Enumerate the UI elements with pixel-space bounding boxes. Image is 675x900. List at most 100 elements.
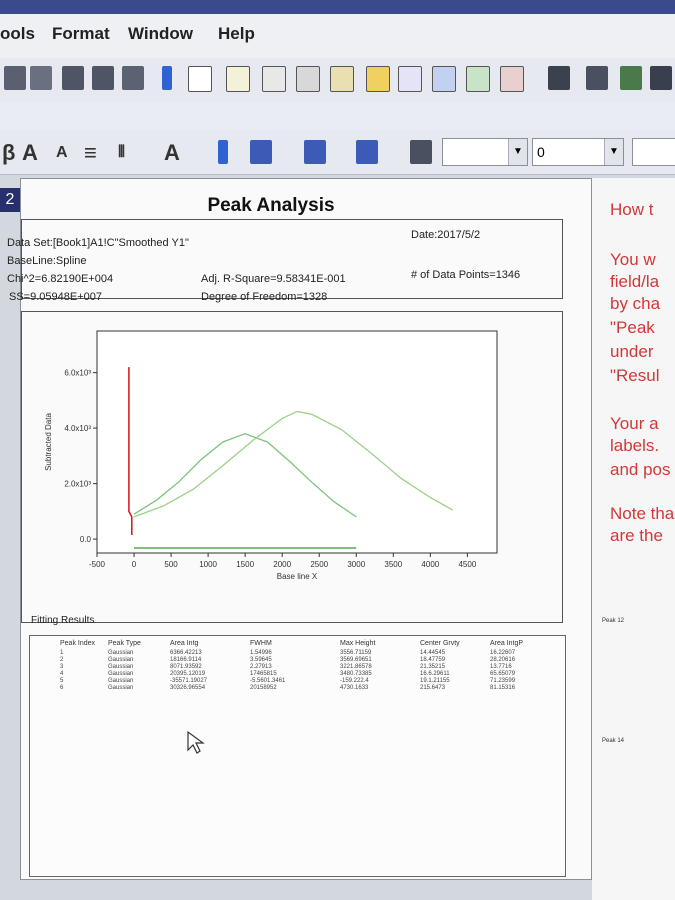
symbol-icon[interactable] [410,140,432,164]
table-cell: 17465815 [250,671,277,677]
font-beta-icon[interactable]: β [2,140,15,166]
pattern-icon[interactable] [304,140,326,164]
table-cell: 3 [60,664,64,670]
data-reader-icon[interactable] [30,66,52,90]
remove-filter-icon[interactable] [92,66,114,90]
new-layout-icon[interactable] [432,66,456,92]
save-template-icon[interactable] [586,66,608,90]
dataset-label: Data Set:[Book1]A1!C"Smoothed Y1" [7,237,189,249]
report-title: Peak Analysis [207,195,335,216]
adj-r-square-label: Adj. R-Square=9.58341E-001 [201,273,346,285]
help-line: Note tha [610,504,675,523]
menu-window[interactable]: Window [128,24,193,44]
table-cell: Gaussian [108,671,134,677]
new-function-icon[interactable] [398,66,422,92]
report-sheet: Peak Analysis Data Set:[Book1]A1!C"Smoot… [7,178,592,880]
table-header-cell: Peak Type [108,640,141,647]
line-width-value: 0 [537,144,545,160]
table-cell: 16.22607 [490,650,516,656]
sort-icon[interactable] [122,66,144,90]
x-tick-label: 1500 [236,560,254,569]
new-notes-icon[interactable] [466,66,490,92]
line-color-icon[interactable] [356,140,378,164]
extra-combo[interactable] [632,138,675,166]
table-cell: 30326.96554 [170,685,206,691]
x-tick-label: -500 [89,560,106,569]
toolbar-separator-handle-icon[interactable] [162,66,172,90]
help-line: field/la [610,272,660,291]
table-cell: 20395.12019 [170,671,206,677]
format-toolbar: β A A ≡ ⦀ A ▼ 0 ▼ [0,130,675,175]
table-cell: 3569.69651 [340,657,372,663]
table-cell: Gaussian [108,657,134,663]
y-tick-label: 6.0x10³ [64,369,91,378]
date-label: Date:2017/5/2 [411,229,481,241]
chi2-label: Chi^2=6.82190E+004 [7,273,114,285]
table-cell: 4730.1633 [340,685,369,691]
y-tick-label: 4.0x10³ [64,424,91,433]
table-header-cell: Peak Index [60,640,96,647]
chevron-down-icon[interactable]: ▼ [508,139,527,165]
table-cell: 2.27913 [250,664,272,670]
open-template-icon[interactable] [548,66,570,90]
column-icon[interactable]: ⦀ [118,144,125,162]
x-axis-label: Base line X [277,572,318,581]
table-cell: 65.65079 [490,671,516,677]
export-icon[interactable] [620,66,642,90]
menu-tools[interactable]: ools [0,24,35,44]
chevron-down-icon[interactable]: ▼ [604,139,623,165]
table-cell: 8071.93592 [170,664,202,670]
table-cell: 71.23599 [490,678,516,684]
new-graph-icon[interactable] [330,66,354,92]
x-tick-label: 2500 [310,560,328,569]
line-style-combo[interactable]: ▼ [442,138,528,166]
x-tick-label: 0 [132,560,137,569]
table-cell: 18166.9114 [170,657,202,663]
help-line: and pos [610,460,671,479]
table-cell: 28.20616 [490,657,516,663]
table-cell: 21.35215 [420,664,446,670]
help-line: How t [610,200,654,219]
x-tick-label: 1000 [199,560,217,569]
filter-icon[interactable] [62,66,84,90]
font-color-icon[interactable]: A [164,140,180,166]
table-cell: 6 [60,685,64,691]
line-width-combo[interactable]: 0 ▼ [532,138,624,166]
import-icon[interactable] [500,66,524,92]
new-excel-icon[interactable] [296,66,320,92]
align-text-icon[interactable]: ≡ [84,140,97,166]
new-project-icon[interactable] [188,66,212,92]
help-line: Your a [610,414,659,433]
table-cell: 5 [60,678,64,684]
toolbar-handle-icon[interactable] [218,140,228,164]
peak-note-2: Peak 14 [602,738,625,744]
menu-format[interactable]: Format [52,24,110,44]
table-cell: Gaussian [108,685,134,691]
menu-help[interactable]: Help [218,24,255,44]
new-matrix-icon[interactable] [366,66,390,92]
table-cell: 14.44545 [420,650,446,656]
new-worksheet-icon[interactable] [262,66,286,92]
table-cell: Gaussian [108,678,134,684]
degree-of-freedom-label: Degree of Freedom=1328 [201,291,328,303]
y-tick-label: 0.0 [80,535,92,544]
x-tick-label: 4500 [458,560,476,569]
fill-color-icon[interactable] [250,140,272,164]
plot-area [96,330,498,554]
mouse-cursor-icon [186,730,206,754]
table-cell: 1.54996 [250,650,272,656]
document-tab[interactable]: 2 [0,188,20,212]
table-header-cell: Center Grvty [420,640,460,647]
data-selector-icon[interactable] [4,66,26,90]
print-icon[interactable] [650,66,672,90]
table-cell: 16.6.29611 [420,671,450,677]
table-header-cell: Area IntgP [490,640,524,647]
fitting-results-table: Peak Index Peak Type Area Intg FWHM Max Heig… [29,635,566,877]
table-cell: Gaussian [108,664,134,670]
decrease-font-icon[interactable]: A [56,144,68,162]
increase-font-icon[interactable]: A [22,140,38,166]
help-line: under [610,342,654,361]
data-points-label: # of Data Points=1346 [411,269,521,281]
open-icon[interactable] [226,66,250,92]
menu-bar: ools Format Window Help [0,14,675,59]
